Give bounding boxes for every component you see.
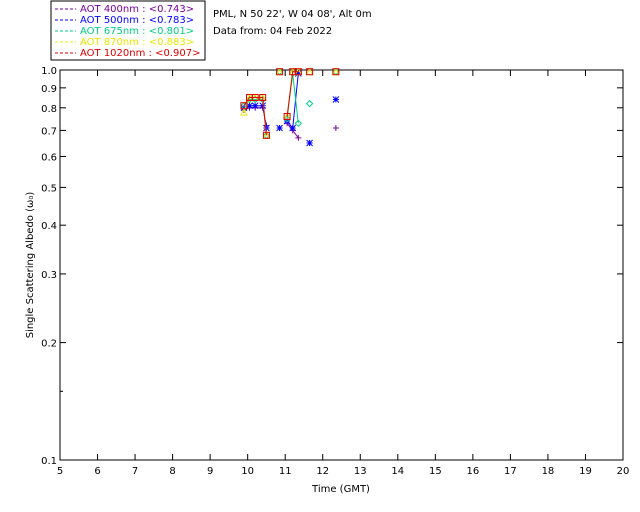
y-tick-label: 0.3	[41, 270, 57, 281]
legend-entry: AOT 1020nm : <0.907>	[80, 48, 200, 59]
x-tick-label: 9	[207, 466, 213, 477]
albedo-chart: AOT 400nm : <0.743>AOT 500nm : <0.783>AO…	[25, 0, 630, 495]
data-point	[263, 124, 270, 132]
y-tick-label: 0.2	[41, 339, 57, 350]
plot-area	[59, 69, 624, 461]
x-tick-label: 6	[94, 466, 100, 477]
date-label: Data from: 04 Feb 2022	[213, 26, 332, 37]
y-tick-label: 0.4	[41, 221, 57, 232]
data-point	[305, 99, 314, 108]
y-tick-label: 0.1	[41, 456, 57, 467]
data-point	[332, 125, 339, 132]
x-tick-label: 5	[57, 466, 63, 477]
data-series	[240, 67, 340, 147]
x-tick-label: 19	[579, 466, 592, 477]
y-tick-label: 0.9	[41, 84, 57, 95]
data-point	[276, 124, 283, 132]
legend-entry: AOT 675nm : <0.801>	[80, 26, 194, 37]
x-tick-label: 16	[466, 466, 479, 477]
x-axis-label: Time (GMT)	[311, 484, 370, 495]
x-tick-label: 12	[316, 466, 329, 477]
data-point	[283, 117, 291, 125]
x-tick-label: 11	[279, 466, 292, 477]
x-tick-label: 17	[504, 466, 517, 477]
legend-entry: AOT 500nm : <0.783>	[80, 15, 194, 26]
y-axis: 0.1 0.2 0.3 0.4 0.5 0.6 0.7 0.8 0.9 1.0	[41, 66, 623, 467]
x-tick-label: 18	[542, 466, 555, 477]
x-tick-label: 14	[391, 466, 404, 477]
y-tick-label: 0.8	[41, 104, 57, 115]
legend-entry: AOT 870nm : <0.883>	[80, 37, 194, 48]
x-tick-label: 7	[132, 466, 138, 477]
y-tick-label: 1.0	[41, 66, 57, 77]
data-point	[251, 102, 259, 110]
x-tick-label: 15	[429, 466, 442, 477]
site-label: PML, N 50 22', W 04 08', Alt 0m	[213, 9, 372, 20]
y-tick-label: 0.6	[41, 153, 57, 164]
x-tick-label: 13	[354, 466, 367, 477]
legend-entry: AOT 400nm : <0.743>	[80, 4, 194, 15]
data-point	[306, 139, 313, 147]
x-axis: 5 6 7 8 9 10 11 12 13 14 15 16 17 18 19 20	[57, 70, 630, 477]
series	[240, 70, 340, 147]
y-axis-label: Single Scattering Albedo (ω₀)	[25, 192, 36, 339]
data-point	[332, 96, 340, 103]
y-tick-label: 0.5	[41, 183, 57, 194]
x-tick-label: 8	[169, 466, 175, 477]
y-tick-label: 0.7	[41, 126, 57, 137]
x-tick-label: 10	[241, 466, 254, 477]
data-point	[289, 124, 297, 132]
x-tick-label: 20	[617, 466, 630, 477]
